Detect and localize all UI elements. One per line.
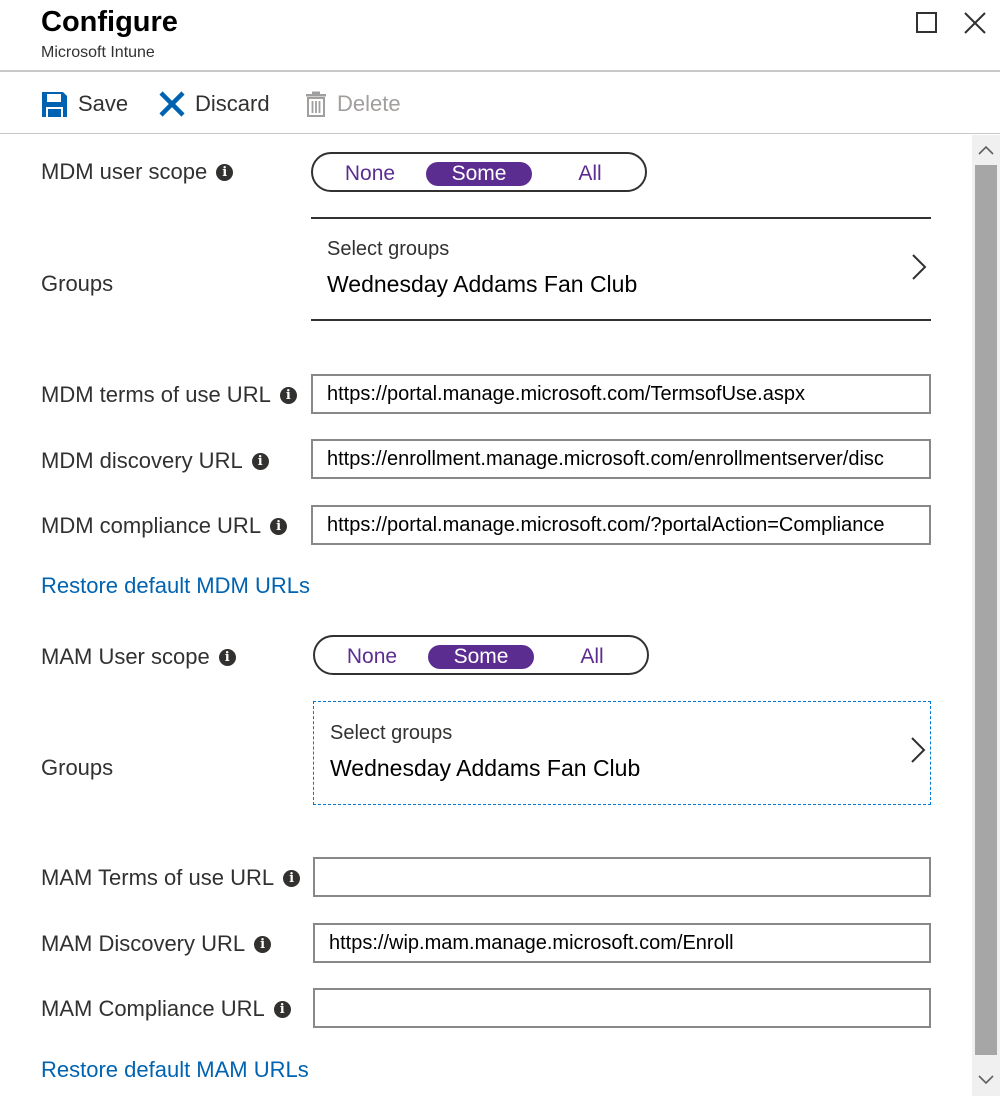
mam-discovery-label: MAM Discovery URL i (41, 931, 272, 957)
scroll-down-button[interactable] (972, 1065, 1000, 1095)
mdm-scope-toggle: None Some All (311, 152, 647, 192)
maximize-button[interactable] (914, 10, 940, 36)
info-icon[interactable]: i (283, 869, 301, 887)
delete-button[interactable]: Delete (305, 88, 401, 120)
page-subtitle: Microsoft Intune (41, 44, 155, 61)
mam-group-selector[interactable]: Select groups Wednesday Addams Fan Club (313, 701, 931, 805)
content-panel: MDM user scope i None Some All Groups Se… (0, 135, 972, 1096)
info-icon[interactable]: i (216, 163, 234, 181)
chevron-up-icon (978, 145, 994, 155)
mdm-terms-input[interactable]: https://portal.manage.microsoft.com/Term… (311, 374, 931, 414)
mdm-groups-label: Groups (41, 271, 114, 296)
save-icon (42, 91, 67, 117)
mdm-scope-all[interactable]: All (537, 162, 643, 186)
mam-terms-label: MAM Terms of use URL i (41, 865, 301, 891)
mam-terms-label-text: MAM Terms of use URL (41, 865, 275, 890)
page-title: Configure (41, 6, 178, 38)
mdm-groups-sub: Select groups (327, 238, 450, 260)
close-icon (964, 12, 986, 34)
mam-scope-none[interactable]: None (319, 645, 425, 669)
info-icon[interactable]: i (279, 386, 297, 404)
mdm-terms-label: MDM terms of use URL i (41, 382, 297, 408)
mdm-scope-label-text: MDM user scope (41, 159, 208, 184)
mdm-discovery-label: MDM discovery URL i (41, 448, 269, 474)
delete-label: Delete (337, 91, 401, 116)
mam-groups-sub: Select groups (330, 722, 453, 744)
mam-terms-input[interactable] (313, 857, 931, 897)
mdm-discovery-input[interactable]: https://enrollment.manage.microsoft.com/… (311, 439, 931, 479)
mdm-compliance-input[interactable]: https://portal.manage.microsoft.com/?por… (311, 505, 931, 545)
mdm-scope-some[interactable]: Some (426, 162, 532, 186)
maximize-icon (916, 12, 937, 33)
restore-mdm-urls-link[interactable]: Restore default MDM URLs (41, 573, 310, 599)
mam-scope-label: MAM User scope i (41, 644, 236, 670)
mam-scope-all[interactable]: All (539, 645, 645, 669)
mam-scope-label-text: MAM User scope (41, 644, 210, 669)
mam-discovery-input[interactable]: https://wip.mam.manage.microsoft.com/Enr… (313, 923, 931, 963)
mdm-scope-none[interactable]: None (317, 162, 423, 186)
info-icon[interactable]: i (251, 452, 269, 470)
mdm-scope-label: MDM user scope i (41, 159, 234, 185)
mdm-groups-value: Wednesday Addams Fan Club (327, 271, 638, 297)
mam-discovery-label-text: MAM Discovery URL (41, 931, 246, 956)
info-icon[interactable]: i (270, 517, 288, 535)
chevron-down-icon (978, 1075, 994, 1085)
mam-compliance-label-text: MAM Compliance URL (41, 996, 265, 1021)
close-button[interactable] (962, 10, 988, 36)
discard-label: Discard (195, 91, 270, 116)
info-icon[interactable]: i (218, 648, 236, 666)
scroll-thumb[interactable] (975, 165, 997, 1055)
command-bar: Save Discard Delete (0, 74, 1000, 134)
trash-icon (306, 91, 326, 117)
mdm-compliance-label: MDM compliance URL i (41, 513, 288, 539)
info-icon[interactable]: i (254, 935, 272, 953)
mdm-discovery-label-text: MDM discovery URL (41, 448, 243, 473)
mdm-terms-label-text: MDM terms of use URL (41, 382, 271, 407)
mam-compliance-label: MAM Compliance URL i (41, 996, 291, 1022)
restore-mam-urls-link[interactable]: Restore default MAM URLs (41, 1057, 309, 1083)
mam-scope-toggle: None Some All (313, 635, 649, 675)
blade-header: Configure Microsoft Intune (0, 0, 1000, 72)
chevron-right-icon (912, 254, 927, 280)
save-button[interactable]: Save (41, 88, 128, 120)
mam-groups-label: Groups (41, 755, 114, 780)
vertical-scrollbar[interactable] (972, 135, 1000, 1096)
mam-scope-some[interactable]: Some (428, 645, 534, 669)
close-x-icon (159, 91, 185, 117)
mam-compliance-input[interactable] (313, 988, 931, 1028)
mdm-compliance-label-text: MDM compliance URL (41, 513, 262, 538)
save-label: Save (78, 91, 129, 116)
mdm-group-selector[interactable]: Select groups Wednesday Addams Fan Club (311, 217, 931, 321)
mam-groups-value: Wednesday Addams Fan Club (330, 755, 641, 781)
info-icon[interactable]: i (273, 1000, 291, 1018)
discard-button[interactable]: Discard (159, 88, 270, 120)
chevron-right-icon (911, 737, 926, 763)
scroll-up-button[interactable] (972, 135, 1000, 165)
